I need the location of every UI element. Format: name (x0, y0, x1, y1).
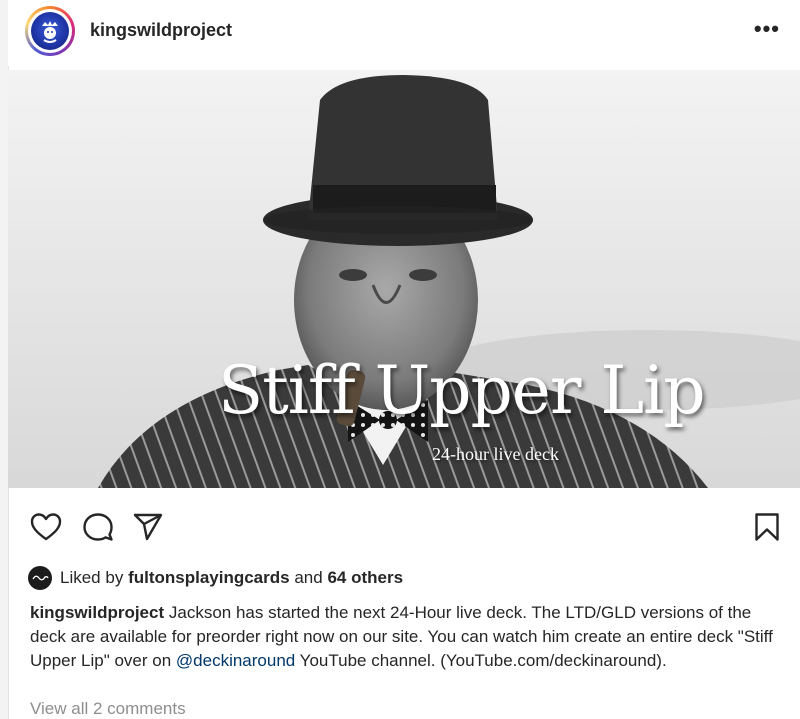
liked-by-joiner: and (294, 568, 323, 587)
like-button[interactable] (30, 512, 62, 547)
caption-mention-link[interactable]: @deckinaround (176, 651, 295, 670)
caption-username[interactable]: kingswildproject (30, 603, 164, 622)
liker-avatar[interactable] (28, 566, 52, 590)
post-caption: kingswildproject Jackson has started the… (30, 601, 778, 673)
overlay-title: Stiff Upper Lip (218, 352, 706, 429)
share-button[interactable] (132, 512, 164, 547)
post-header: kingswildproject ••• (8, 0, 800, 66)
action-bar (8, 502, 800, 552)
caption-text-end: YouTube channel. (YouTube.com/deckinarou… (299, 651, 667, 670)
script-logo-icon (29, 567, 51, 589)
liked-by-user[interactable]: fultonsplayingcards (128, 568, 290, 588)
bookmark-icon (755, 513, 779, 541)
likes-count[interactable]: 64 others (327, 568, 403, 588)
post-image[interactable]: Stiff Upper Lip 24-hour live deck (8, 70, 800, 488)
comment-button[interactable] (82, 512, 114, 547)
story-ring[interactable] (25, 6, 75, 56)
view-comments-link[interactable]: View all 2 comments (30, 699, 186, 719)
post-username[interactable]: kingswildproject (90, 20, 232, 41)
profile-avatar[interactable] (31, 12, 69, 50)
send-icon (133, 513, 163, 541)
overlay-subtitle: 24-hour live deck (432, 444, 559, 464)
more-options-button[interactable]: ••• (754, 16, 780, 42)
crown-logo-icon (42, 21, 58, 43)
likes-summary: Liked by fultonsplayingcards and 64 othe… (28, 566, 403, 590)
save-button[interactable] (754, 512, 780, 547)
heart-icon (30, 513, 62, 541)
comment-icon (83, 513, 113, 541)
liked-by-prefix: Liked by (60, 568, 124, 587)
